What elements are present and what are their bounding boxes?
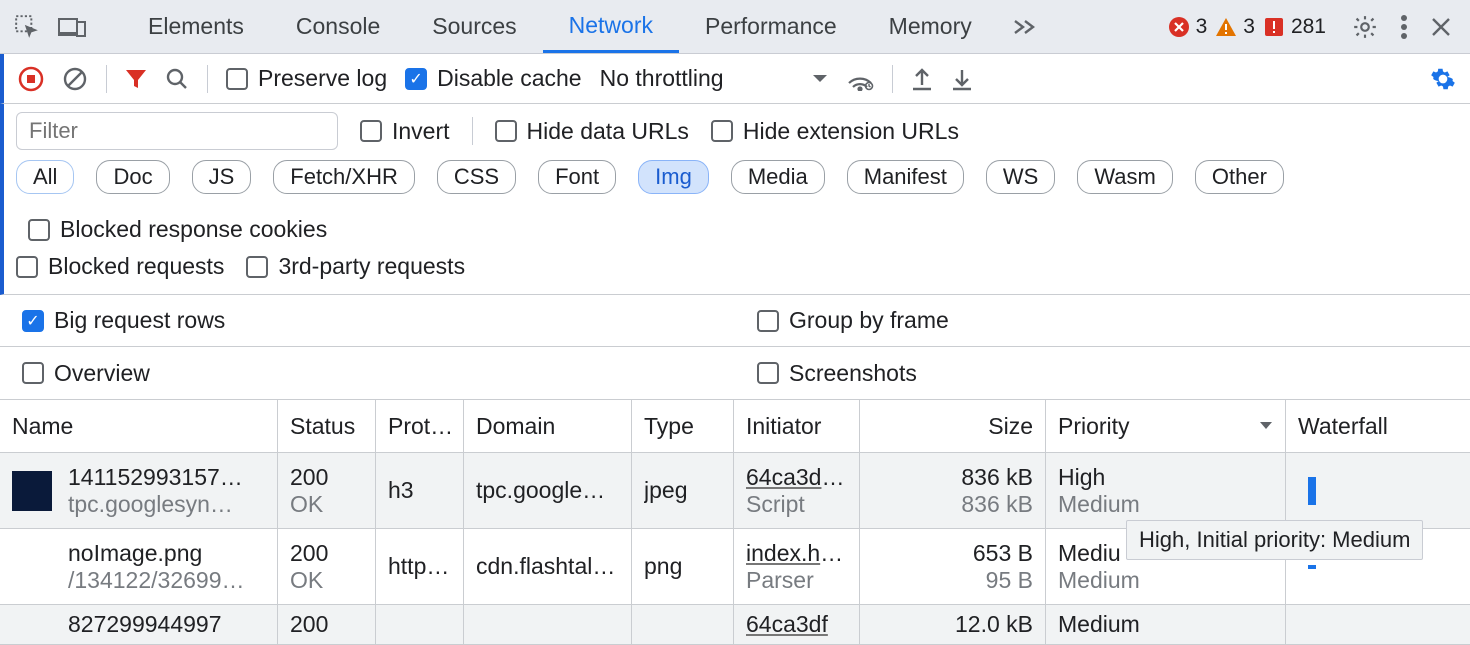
- network-toolbar: Preserve log ✓ Disable cache No throttli…: [0, 54, 1470, 104]
- view-options-row-1: ✓Big request rows Group by frame: [0, 295, 1470, 347]
- filter-icon[interactable]: [125, 68, 147, 90]
- tab-memory[interactable]: Memory: [863, 0, 998, 53]
- column-waterfall[interactable]: Waterfall: [1286, 400, 1470, 452]
- tab-elements[interactable]: Elements: [122, 0, 270, 53]
- filter-type-other[interactable]: Other: [1195, 160, 1284, 194]
- column-name[interactable]: Name: [0, 400, 278, 452]
- filter-type-img[interactable]: Img: [638, 160, 709, 194]
- filter-type-js[interactable]: JS: [192, 160, 252, 194]
- filter-bar: Invert Hide data URLs Hide extension URL…: [0, 104, 1470, 295]
- filter-type-doc[interactable]: Doc: [96, 160, 169, 194]
- column-size[interactable]: Size: [860, 400, 1046, 452]
- filter-input[interactable]: [16, 112, 338, 150]
- hide-data-urls-toggle[interactable]: Hide data URLs: [495, 118, 689, 145]
- panel-tabs: Elements Console Sources Network Perform…: [122, 0, 1050, 53]
- download-har-icon[interactable]: [951, 67, 973, 91]
- error-icon: [1168, 16, 1190, 38]
- clear-icon[interactable]: [62, 66, 88, 92]
- kebab-menu-icon[interactable]: [1400, 14, 1408, 40]
- group-by-frame-toggle[interactable]: Group by frame: [757, 307, 949, 334]
- record-button[interactable]: [18, 66, 44, 92]
- inspect-element-icon[interactable]: [14, 14, 40, 40]
- hide-extension-urls-toggle[interactable]: Hide extension URLs: [711, 118, 959, 145]
- tab-sources[interactable]: Sources: [406, 0, 542, 53]
- device-toolbar-icon[interactable]: [58, 16, 86, 38]
- throttling-select[interactable]: No throttling: [600, 65, 828, 92]
- big-rows-toggle[interactable]: ✓Big request rows: [22, 307, 225, 334]
- priority-tooltip: High, Initial priority: Medium: [1126, 520, 1423, 560]
- table-row[interactable]: 827299944997 200 64ca3df 12.0 kB Medium: [0, 605, 1470, 645]
- error-badges[interactable]: 3 3 281: [1160, 15, 1334, 39]
- preserve-log-label: Preserve log: [258, 65, 387, 92]
- tab-console[interactable]: Console: [270, 0, 406, 53]
- filter-type-media[interactable]: Media: [731, 160, 825, 194]
- filter-type-wasm[interactable]: Wasm: [1077, 160, 1173, 194]
- upload-har-icon[interactable]: [911, 67, 933, 91]
- overview-toggle[interactable]: Overview: [22, 360, 150, 387]
- waterfall-bar: [1308, 477, 1316, 505]
- disable-cache-label: Disable cache: [437, 65, 581, 92]
- warning-count: 3: [1243, 15, 1255, 39]
- sort-desc-icon: [1259, 421, 1273, 431]
- devtools-tab-bar: Elements Console Sources Network Perform…: [0, 0, 1470, 54]
- blocked-requests-toggle[interactable]: Blocked requests: [16, 253, 224, 280]
- view-options-row-2: Overview Screenshots: [0, 347, 1470, 399]
- column-priority[interactable]: Priority: [1046, 400, 1286, 452]
- tab-performance[interactable]: Performance: [679, 0, 863, 53]
- warning-icon: [1215, 16, 1237, 38]
- invert-toggle[interactable]: Invert: [360, 118, 450, 145]
- network-conditions-icon[interactable]: [846, 67, 874, 91]
- settings-icon[interactable]: [1352, 14, 1378, 40]
- filter-type-manifest[interactable]: Manifest: [847, 160, 964, 194]
- network-settings-icon[interactable]: [1430, 66, 1456, 92]
- blocked-cookies-toggle[interactable]: Blocked response cookies: [28, 216, 327, 243]
- preserve-log-toggle[interactable]: Preserve log: [226, 65, 387, 92]
- column-domain[interactable]: Domain: [464, 400, 632, 452]
- column-protocol[interactable]: Prot…: [376, 400, 464, 452]
- screenshots-toggle[interactable]: Screenshots: [757, 360, 917, 387]
- third-party-toggle[interactable]: 3rd-party requests: [246, 253, 465, 280]
- request-table-header: Name Status Prot… Domain Type Initiator …: [0, 399, 1470, 453]
- issues-icon: [1263, 16, 1285, 38]
- filter-type-ws[interactable]: WS: [986, 160, 1055, 194]
- table-row[interactable]: 141152993157…tpc.googlesyn… 200OK h3 tpc…: [0, 453, 1470, 529]
- issues-count: 281: [1291, 15, 1326, 39]
- filter-type-font[interactable]: Font: [538, 160, 616, 194]
- filter-type-css[interactable]: CSS: [437, 160, 516, 194]
- chevron-down-icon: [812, 74, 828, 84]
- close-icon[interactable]: [1430, 16, 1452, 38]
- filter-type-fetch[interactable]: Fetch/XHR: [273, 160, 415, 194]
- column-type[interactable]: Type: [632, 400, 734, 452]
- filter-type-all[interactable]: All: [16, 160, 74, 194]
- waterfall-bar: [1308, 565, 1316, 569]
- error-count: 3: [1196, 15, 1208, 39]
- search-icon[interactable]: [165, 67, 189, 91]
- throttling-value: No throttling: [600, 65, 724, 92]
- more-tabs-icon[interactable]: [998, 0, 1050, 53]
- tab-network[interactable]: Network: [543, 0, 679, 53]
- column-initiator[interactable]: Initiator: [734, 400, 860, 452]
- disable-cache-toggle[interactable]: ✓ Disable cache: [405, 65, 581, 92]
- column-status[interactable]: Status: [278, 400, 376, 452]
- thumbnail-icon: [12, 471, 52, 511]
